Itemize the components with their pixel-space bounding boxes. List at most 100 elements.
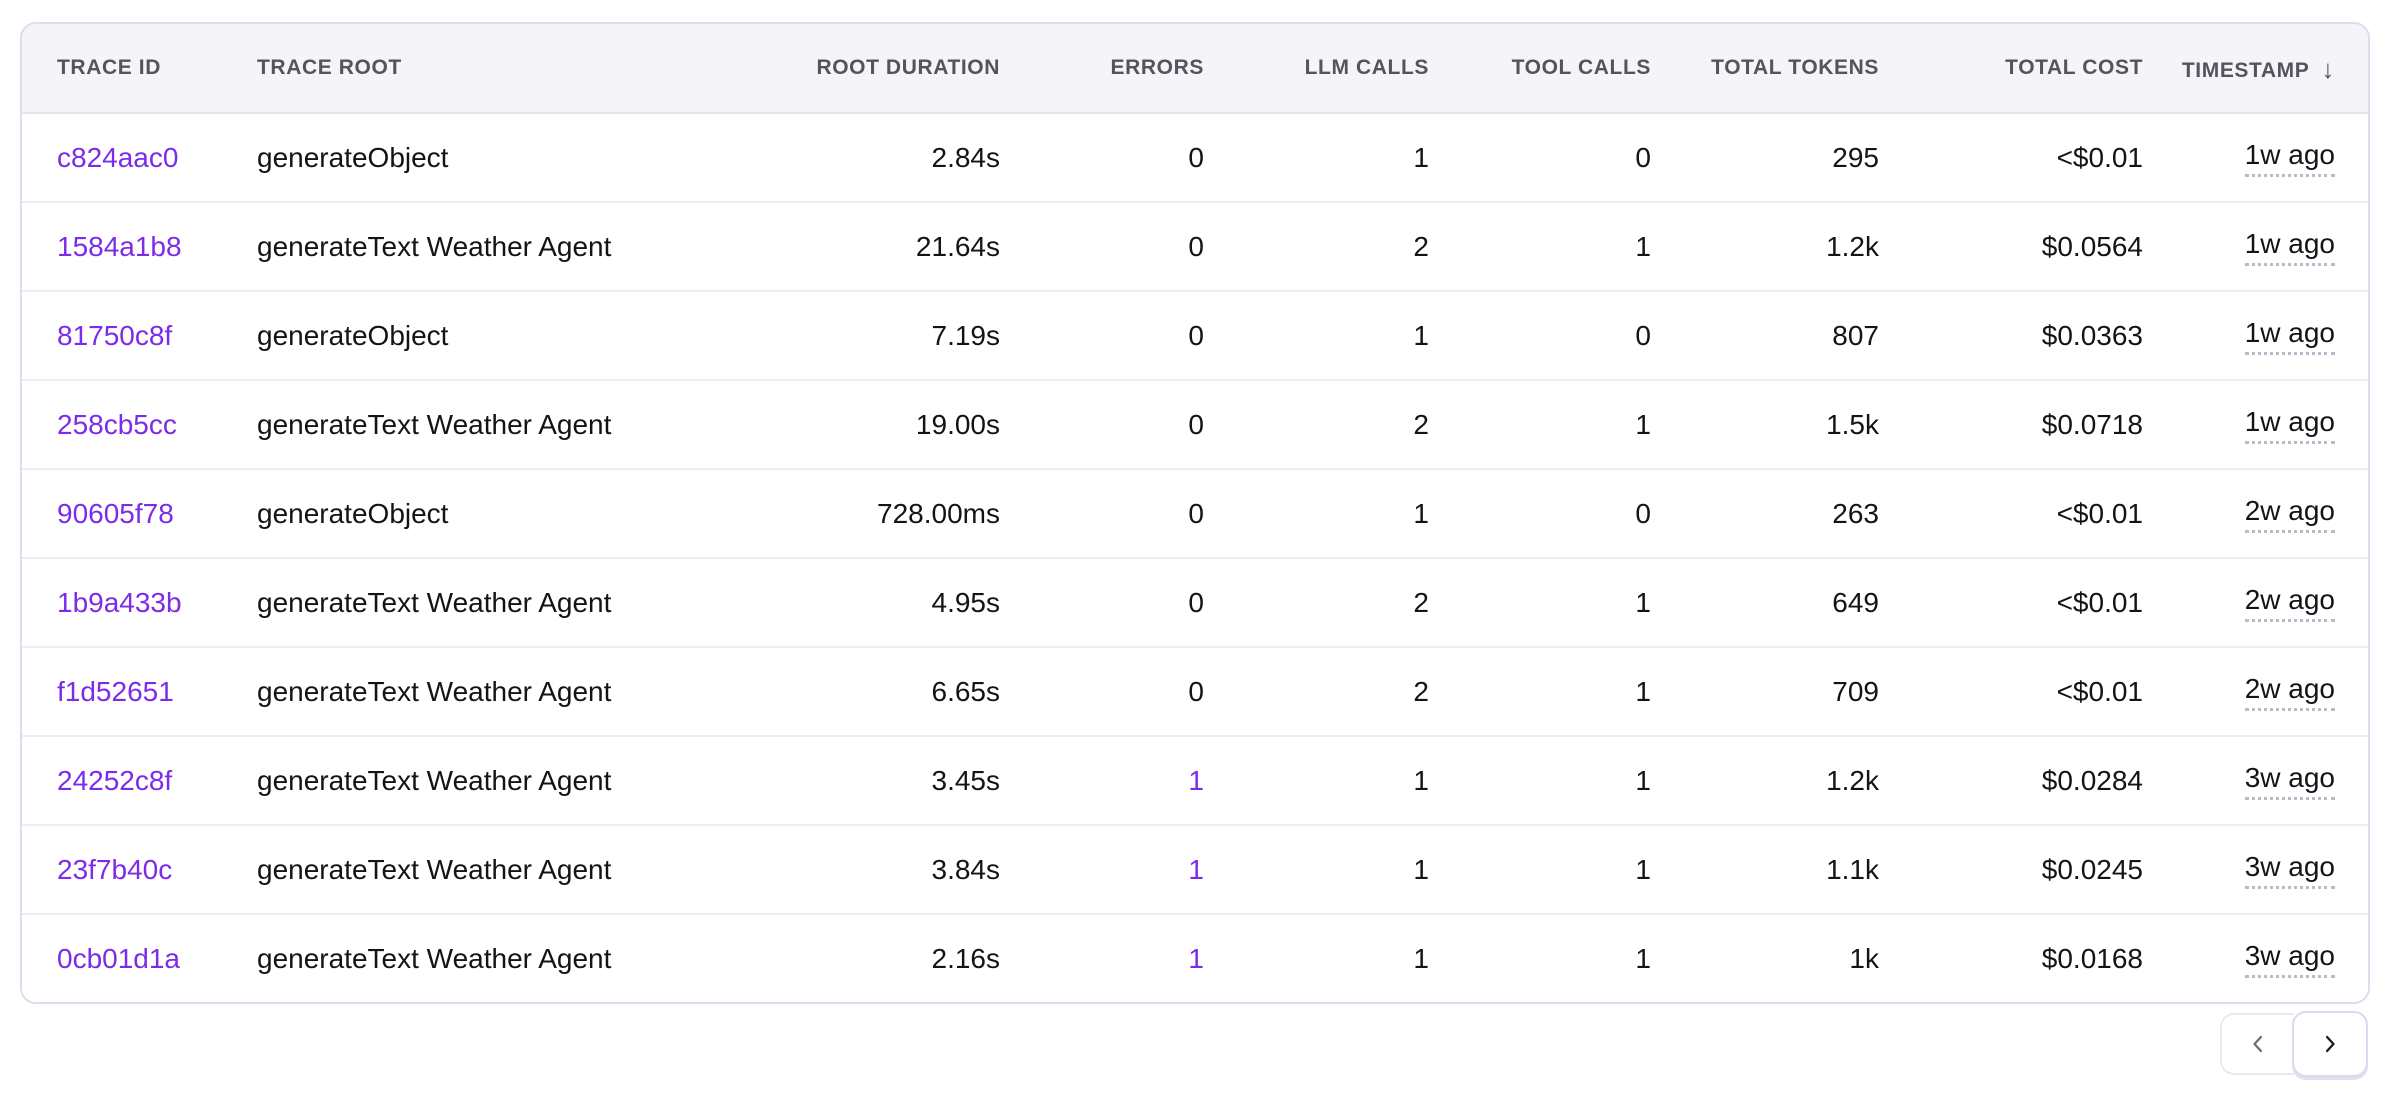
column-header-llm-calls[interactable]: LLM CALLS — [1204, 24, 1429, 113]
llm-calls-cell: 1 — [1204, 825, 1429, 914]
previous-page-button[interactable] — [2220, 1013, 2294, 1075]
root-duration-cell: 4.95s — [742, 558, 1000, 647]
tool-calls-cell: 0 — [1429, 469, 1651, 558]
column-header-trace-root[interactable]: TRACE ROOT — [257, 24, 742, 113]
trace-id-link[interactable]: 90605f78 — [57, 498, 174, 529]
column-header-trace-id[interactable]: TRACE ID — [22, 24, 257, 113]
table-row[interactable]: 81750c8f generateObject 7.19s 0 1 0 807 … — [22, 291, 2370, 380]
trace-id-cell: 1584a1b8 — [22, 202, 257, 291]
errors-cell: 1 — [1000, 736, 1204, 825]
column-header-root-duration[interactable]: ROOT DURATION — [742, 24, 1000, 113]
timestamp-value[interactable]: 1w ago — [2245, 317, 2335, 355]
timestamp-value[interactable]: 3w ago — [2245, 762, 2335, 800]
llm-calls-cell: 1 — [1204, 736, 1429, 825]
llm-calls-cell: 2 — [1204, 558, 1429, 647]
trace-id-link[interactable]: 1584a1b8 — [57, 231, 182, 262]
total-tokens-cell: 649 — [1651, 558, 1879, 647]
table-body: c824aac0 generateObject 2.84s 0 1 0 295 … — [22, 113, 2370, 1002]
total-cost-cell: $0.0718 — [1879, 380, 2143, 469]
llm-calls-cell: 1 — [1204, 291, 1429, 380]
tool-calls-cell: 1 — [1429, 736, 1651, 825]
llm-calls-cell: 1 — [1204, 914, 1429, 1002]
column-label: TOTAL COST — [2005, 56, 2143, 79]
column-header-total-cost[interactable]: TOTAL COST — [1879, 24, 2143, 113]
timestamp-value[interactable]: 2w ago — [2245, 673, 2335, 711]
table-row[interactable]: f1d52651 generateText Weather Agent 6.65… — [22, 647, 2370, 736]
column-label: TIMESTAMP — [2182, 59, 2310, 82]
trace-id-link[interactable]: 258cb5cc — [57, 409, 177, 440]
column-header-total-tokens[interactable]: TOTAL TOKENS — [1651, 24, 1879, 113]
llm-calls-cell: 2 — [1204, 202, 1429, 291]
tool-calls-cell: 1 — [1429, 647, 1651, 736]
trace-id-link[interactable]: 24252c8f — [57, 765, 172, 796]
timestamp-value[interactable]: 3w ago — [2245, 940, 2335, 978]
trace-id-link[interactable]: 0cb01d1a — [57, 943, 180, 974]
trace-id-cell: 90605f78 — [22, 469, 257, 558]
trace-id-link[interactable]: f1d52651 — [57, 676, 174, 707]
total-cost-cell: $0.0245 — [1879, 825, 2143, 914]
total-cost-cell: $0.0363 — [1879, 291, 2143, 380]
trace-id-cell: f1d52651 — [22, 647, 257, 736]
errors-value: 0 — [1188, 142, 1204, 173]
total-tokens-cell: 1.2k — [1651, 736, 1879, 825]
llm-calls-cell: 2 — [1204, 647, 1429, 736]
timestamp-value[interactable]: 1w ago — [2245, 228, 2335, 266]
column-label: ROOT DURATION — [816, 56, 1000, 79]
timestamp-cell: 3w ago — [2143, 736, 2370, 825]
errors-cell: 0 — [1000, 647, 1204, 736]
column-header-errors[interactable]: ERRORS — [1000, 24, 1204, 113]
root-duration-cell: 728.00ms — [742, 469, 1000, 558]
timestamp-cell: 1w ago — [2143, 202, 2370, 291]
chevron-left-icon — [2244, 1030, 2272, 1058]
root-duration-cell: 2.84s — [742, 113, 1000, 202]
errors-value: 0 — [1188, 320, 1204, 351]
timestamp-value[interactable]: 1w ago — [2245, 139, 2335, 177]
timestamp-cell: 2w ago — [2143, 558, 2370, 647]
table-header: TRACE ID TRACE ROOT ROOT DURATION ERRORS… — [22, 24, 2370, 113]
table-row[interactable]: 90605f78 generateObject 728.00ms 0 1 0 2… — [22, 469, 2370, 558]
tool-calls-cell: 0 — [1429, 113, 1651, 202]
table-row[interactable]: c824aac0 generateObject 2.84s 0 1 0 295 … — [22, 113, 2370, 202]
llm-calls-cell: 1 — [1204, 113, 1429, 202]
total-cost-cell: $0.0564 — [1879, 202, 2143, 291]
total-cost-cell: $0.0284 — [1879, 736, 2143, 825]
table-row[interactable]: 0cb01d1a generateText Weather Agent 2.16… — [22, 914, 2370, 1002]
total-cost-cell: <$0.01 — [1879, 113, 2143, 202]
timestamp-cell: 3w ago — [2143, 914, 2370, 1002]
timestamp-value[interactable]: 1w ago — [2245, 406, 2335, 444]
pagination — [2220, 1011, 2368, 1077]
trace-id-cell: 24252c8f — [22, 736, 257, 825]
timestamp-cell: 1w ago — [2143, 380, 2370, 469]
trace-id-link[interactable]: 23f7b40c — [57, 854, 172, 885]
errors-cell: 1 — [1000, 914, 1204, 1002]
llm-calls-cell: 2 — [1204, 380, 1429, 469]
sort-descending-icon[interactable]: ↓ — [2321, 54, 2335, 85]
trace-id-link[interactable]: c824aac0 — [57, 142, 178, 173]
table-row[interactable]: 258cb5cc generateText Weather Agent 19.0… — [22, 380, 2370, 469]
column-header-timestamp[interactable]: TIMESTAMP ↓ — [2143, 24, 2370, 113]
total-tokens-cell: 709 — [1651, 647, 1879, 736]
trace-id-link[interactable]: 81750c8f — [57, 320, 172, 351]
next-page-button[interactable] — [2292, 1011, 2368, 1077]
tool-calls-cell: 1 — [1429, 202, 1651, 291]
root-duration-cell: 19.00s — [742, 380, 1000, 469]
errors-cell: 1 — [1000, 825, 1204, 914]
timestamp-value[interactable]: 2w ago — [2245, 495, 2335, 533]
table-row[interactable]: 23f7b40c generateText Weather Agent 3.84… — [22, 825, 2370, 914]
errors-value: 1 — [1188, 765, 1204, 796]
column-header-tool-calls[interactable]: TOOL CALLS — [1429, 24, 1651, 113]
trace-id-link[interactable]: 1b9a433b — [57, 587, 182, 618]
table-row[interactable]: 1584a1b8 generateText Weather Agent 21.6… — [22, 202, 2370, 291]
total-tokens-cell: 295 — [1651, 113, 1879, 202]
total-cost-cell: <$0.01 — [1879, 647, 2143, 736]
traces-table: TRACE ID TRACE ROOT ROOT DURATION ERRORS… — [22, 24, 2370, 1002]
errors-cell: 0 — [1000, 291, 1204, 380]
timestamp-value[interactable]: 3w ago — [2245, 851, 2335, 889]
errors-cell: 0 — [1000, 380, 1204, 469]
trace-root-cell: generateText Weather Agent — [257, 914, 742, 1002]
total-cost-cell: <$0.01 — [1879, 469, 2143, 558]
trace-root-cell: generateText Weather Agent — [257, 202, 742, 291]
timestamp-value[interactable]: 2w ago — [2245, 584, 2335, 622]
table-row[interactable]: 24252c8f generateText Weather Agent 3.45… — [22, 736, 2370, 825]
table-row[interactable]: 1b9a433b generateText Weather Agent 4.95… — [22, 558, 2370, 647]
